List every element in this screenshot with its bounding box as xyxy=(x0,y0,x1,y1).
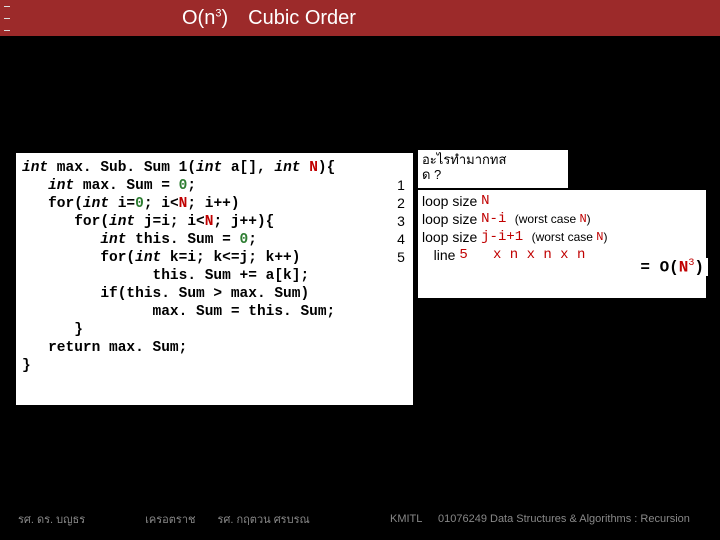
code-l3-a: for( xyxy=(22,196,83,212)
result-O: O( xyxy=(660,258,679,276)
code-l11: return max. Sum; xyxy=(22,340,187,356)
title-gap xyxy=(228,7,248,29)
question-box: อะไรทำมากทส ด ? xyxy=(418,150,568,188)
code-l7: this. Sum += a[k]; xyxy=(22,268,309,284)
code-l3-c: i= xyxy=(109,196,135,212)
result-close: ) xyxy=(694,258,704,276)
bigO-prefix: O(n xyxy=(182,7,215,29)
annot-r2b: N-i xyxy=(481,210,515,228)
annot-r5b: 5 xyxy=(459,246,467,264)
code-l1-f xyxy=(300,160,309,176)
code-l4-a: for( xyxy=(22,214,109,230)
lineno-5: 5 xyxy=(393,248,409,266)
code-l1-d: a[], xyxy=(222,160,274,176)
lineno-4: 4 xyxy=(393,230,409,248)
slide-title: O(n3) Cubic Order xyxy=(182,7,356,30)
code-l3-e: ; i< xyxy=(144,196,179,212)
code-block: int max. Sub. Sum 1(int a[], int N){ int… xyxy=(16,153,413,405)
code-l3-b: int xyxy=(83,196,109,212)
code-l5-a: int xyxy=(22,232,126,248)
code-l1-g: N xyxy=(309,160,318,176)
code-l2-b: max. Sum = xyxy=(74,178,178,194)
code-l6-a: for( xyxy=(22,250,135,266)
footer-author2: เครอตราช xyxy=(145,510,195,528)
lineno-3: 3 xyxy=(393,212,409,230)
code-l5-d: ; xyxy=(248,232,257,248)
title-label: Cubic Order xyxy=(248,7,356,29)
result-eq: = xyxy=(640,258,659,276)
annot-r4c: (worst case xyxy=(532,228,597,246)
result-bigO: = O(N3) xyxy=(636,258,708,276)
code-l8: if(this. Sum > max. Sum) xyxy=(22,286,309,302)
code-l1-b: max. Sub. Sum 1( xyxy=(48,160,196,176)
annot-r2c: (worst case xyxy=(515,210,580,228)
code-l9: max. Sum = this. Sum; xyxy=(22,304,335,320)
code-l3-g: ; i++) xyxy=(187,196,239,212)
annot-r4b: j-i+1 xyxy=(481,228,531,246)
footer-institution: KMITL xyxy=(390,513,422,525)
annot-r2a: loop size xyxy=(422,210,481,228)
footer: รศ. ดร. บญธร เครอตราช รศ. กฤตวน ศรบรณ KM… xyxy=(0,510,720,528)
code-l1-a: int xyxy=(22,160,48,176)
annot-r1a: loop size xyxy=(422,192,481,210)
annot-r4d: N xyxy=(596,228,603,246)
code-l2-a: int xyxy=(22,178,74,194)
code-l4-e: ; j++){ xyxy=(213,214,274,230)
code-l5-b: this. Sum = xyxy=(126,232,239,248)
annot-row-1: loop size N xyxy=(418,192,706,210)
annot-r5c: x n x n x n xyxy=(468,246,586,264)
annotation-box: loop size N loop size N-i (worst case N)… xyxy=(418,190,706,298)
footer-author1: รศ. ดร. บญธร xyxy=(18,510,85,528)
annot-r4e: ) xyxy=(603,228,607,246)
annot-r5a: line xyxy=(422,246,459,264)
code-l5-c: 0 xyxy=(240,232,249,248)
line-number-column: 1 2 3 4 5 xyxy=(393,176,409,266)
code-l1-c: int xyxy=(196,160,222,176)
code-l10: } xyxy=(22,322,83,338)
title-bar: O(n3) Cubic Order xyxy=(0,0,720,36)
annot-row-2: loop size N-i (worst case N) xyxy=(418,210,706,228)
code-l12: } xyxy=(22,358,31,374)
code-l4-c: j=i; i< xyxy=(135,214,205,230)
lineno-2: 2 xyxy=(393,194,409,212)
annot-r2d: N xyxy=(579,210,586,228)
footer-course: 01076249 Data Structures & Algorithms : … xyxy=(438,513,690,525)
title-decor xyxy=(4,0,12,36)
code-l3-d: 0 xyxy=(135,196,144,212)
code-l6-b: int xyxy=(135,250,161,266)
lineno-1: 1 xyxy=(393,176,409,194)
annot-r4a: loop size xyxy=(422,228,481,246)
code-l1-h: ){ xyxy=(318,160,335,176)
code-l1-e: int xyxy=(274,160,300,176)
annot-r2e: ) xyxy=(587,210,591,228)
code-l2-d: ; xyxy=(187,178,196,194)
annot-r1b: N xyxy=(481,192,489,210)
question-line2: ด ? xyxy=(422,167,564,182)
code-l4-b: int xyxy=(109,214,135,230)
result-N: N xyxy=(679,258,689,276)
code-l6-c: k=i; k<=j; k++) xyxy=(161,250,300,266)
annot-row-4: loop size j-i+1 (worst case N) xyxy=(418,228,706,246)
question-line1: อะไรทำมากทส xyxy=(422,152,564,167)
footer-author3: รศ. กฤตวน ศรบรณ xyxy=(217,510,309,528)
